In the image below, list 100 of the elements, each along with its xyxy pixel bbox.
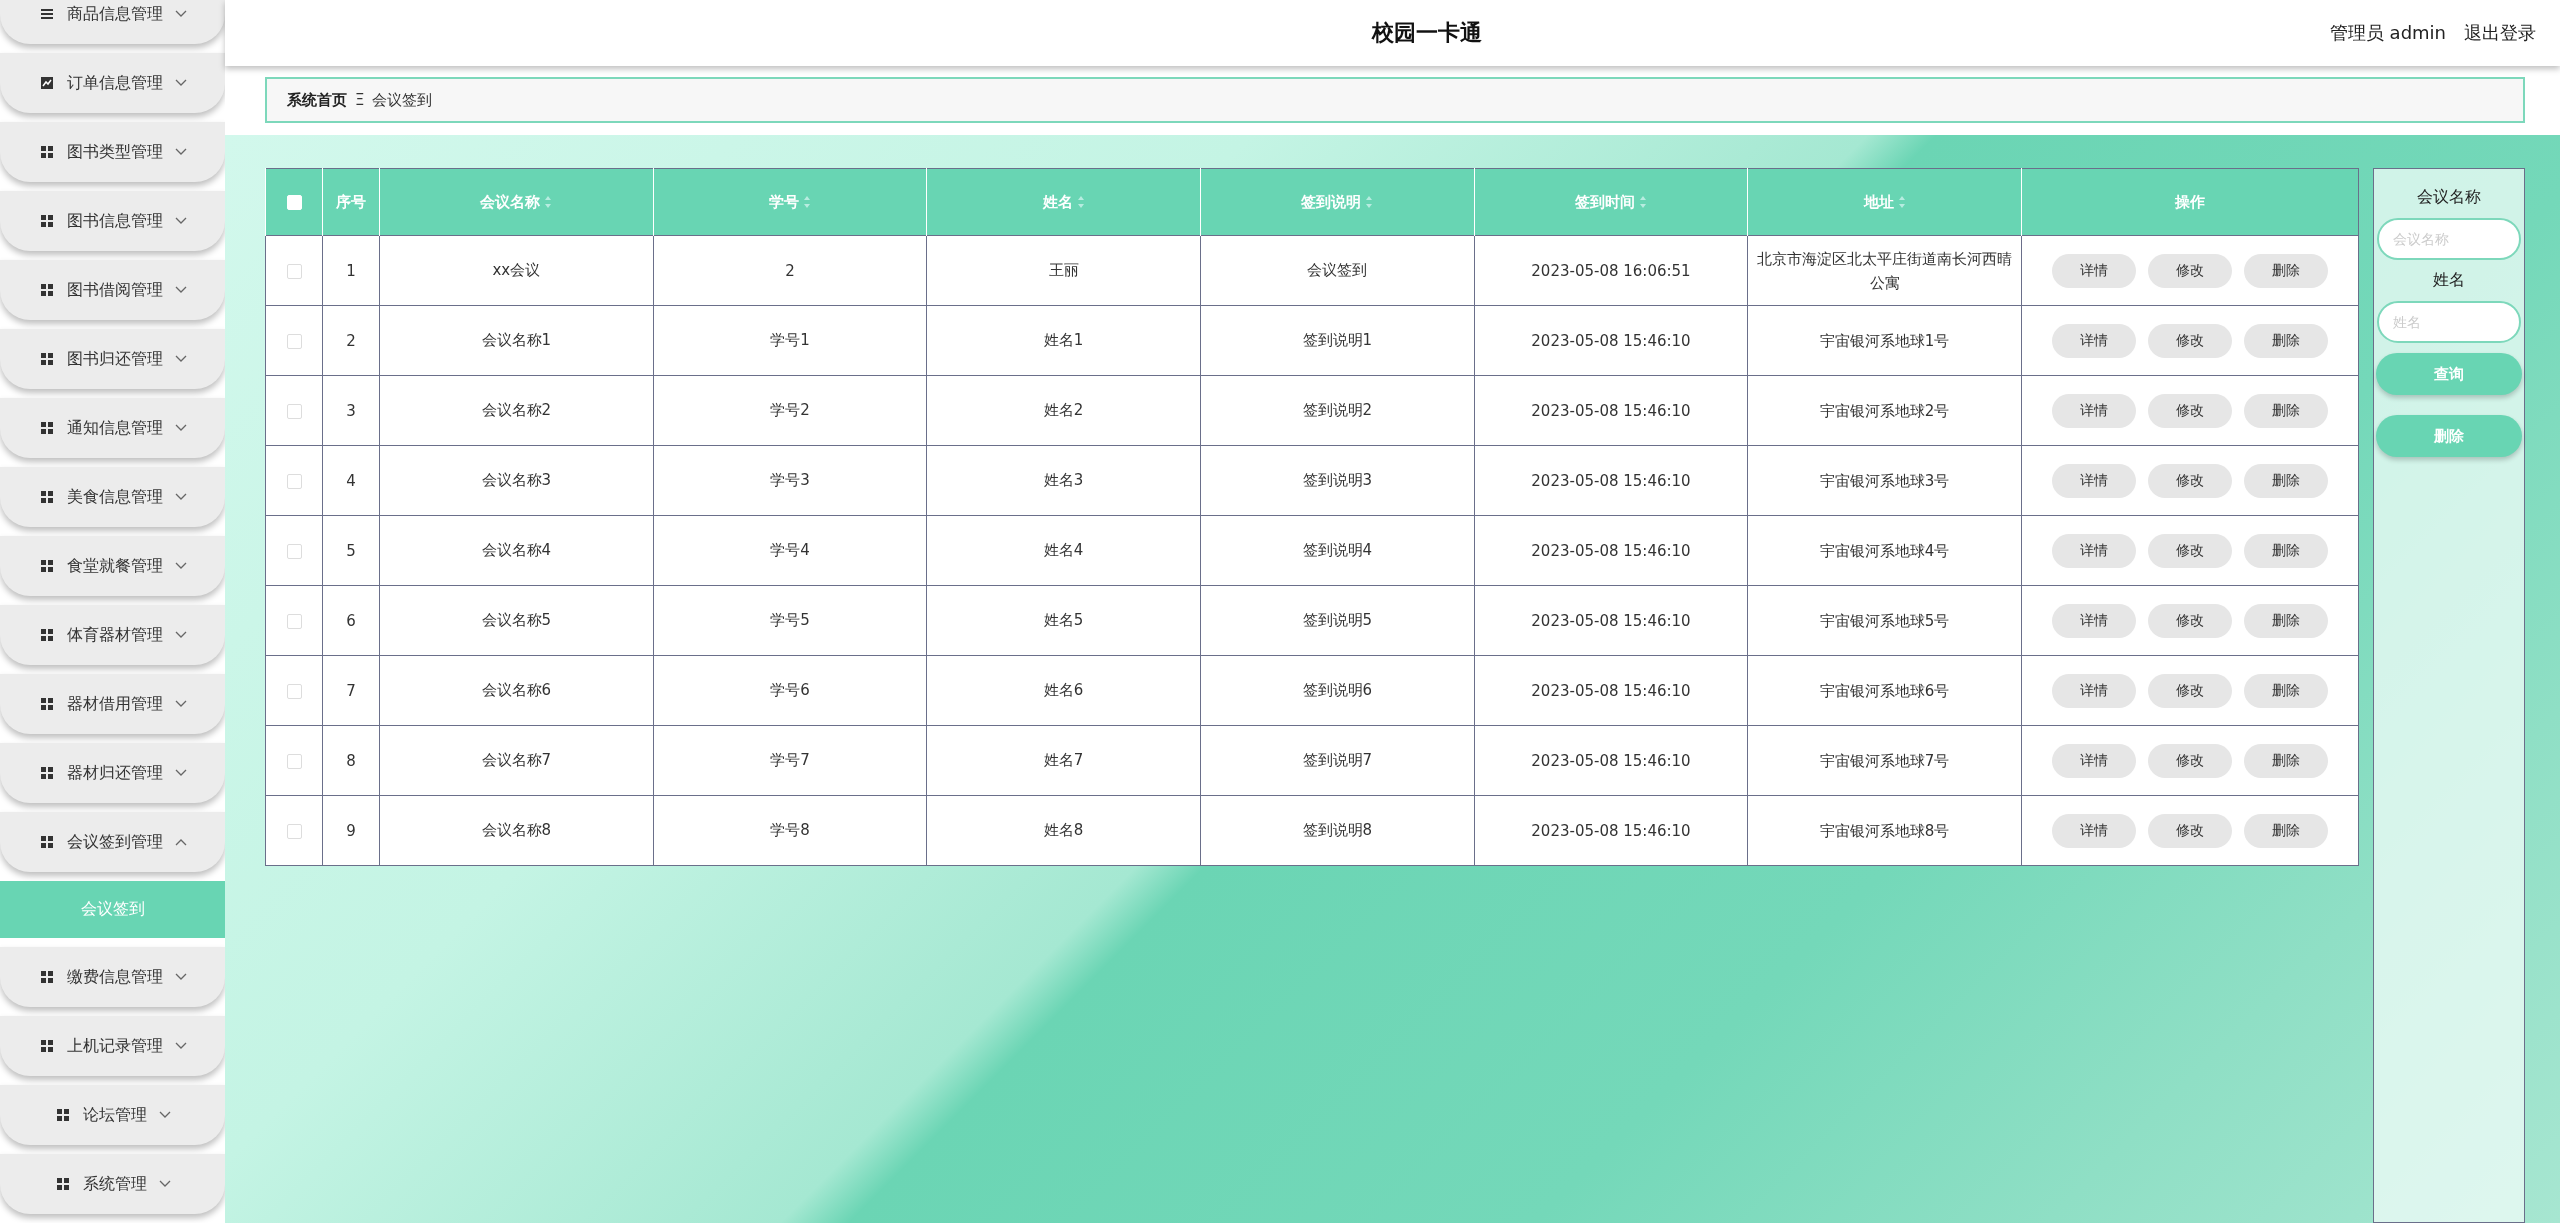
sidebar-item[interactable]: 上机记录管理 (0, 1016, 225, 1076)
table-cell: 2023-05-08 15:46:10 (1474, 585, 1748, 656)
grid-icon (38, 144, 55, 160)
sidebar-item[interactable]: 美食信息管理 (0, 467, 225, 527)
row-checkbox[interactable] (286, 403, 302, 419)
row-action-button[interactable]: 详情 (2052, 393, 2136, 428)
sort-icon[interactable] (1897, 195, 1906, 209)
row-action-button[interactable]: 删除 (2244, 533, 2328, 568)
table-cell: 4 (322, 445, 380, 516)
row-checkbox[interactable] (286, 823, 302, 839)
caret-icon (174, 286, 187, 294)
sidebar-item[interactable]: 图书类型管理 (0, 122, 225, 182)
table-cell: 2023-05-08 16:06:51 (1474, 235, 1748, 306)
caret-icon (174, 631, 187, 639)
row-action-button[interactable]: 详情 (2052, 603, 2136, 638)
breadcrumb-home[interactable]: 系统首页 (287, 90, 347, 110)
row-checkbox[interactable] (286, 263, 302, 279)
row-action-button[interactable]: 修改 (2148, 323, 2232, 358)
row-checkbox[interactable] (286, 473, 302, 489)
breadcrumb-current: 会议签到 (372, 90, 433, 110)
sidebar-item[interactable]: 图书信息管理 (0, 191, 225, 251)
table-cell: 宇宙银河系地球7号 (1747, 725, 2022, 796)
grid-icon (38, 351, 55, 367)
grid-icon (54, 1107, 71, 1123)
table-cell: 会议名称2 (379, 375, 654, 446)
sort-icon[interactable] (1365, 195, 1374, 209)
table-cell: 签到说明3 (1200, 445, 1475, 516)
user-label: 管理员 admin (2329, 21, 2446, 45)
table-cell: 签到说明5 (1200, 585, 1475, 656)
row-action-button[interactable]: 详情 (2052, 253, 2136, 288)
row-action-button[interactable]: 修改 (2148, 533, 2232, 568)
table-cell: 学号2 (653, 375, 927, 446)
sidebar-item[interactable]: 论坛管理 (0, 1085, 225, 1145)
sidebar-item[interactable]: 体育器材管理 (0, 605, 225, 665)
table-cell: 宇宙银河系地球8号 (1747, 795, 2022, 866)
sidebar-item[interactable]: 会议签到管理 (0, 812, 225, 872)
row-action-button[interactable]: 详情 (2052, 673, 2136, 708)
sidebar-item[interactable]: 图书借阅管理 (0, 260, 225, 320)
sidebar-item[interactable]: 图书归还管理 (0, 329, 225, 389)
row-action-button[interactable]: 修改 (2148, 393, 2232, 428)
sort-icon[interactable] (1638, 195, 1647, 209)
row-action-button[interactable]: 修改 (2148, 253, 2232, 288)
row-action-button[interactable]: 删除 (2244, 323, 2328, 358)
row-checkbox[interactable] (286, 613, 302, 629)
row-action-button[interactable]: 详情 (2052, 323, 2136, 358)
table-cell: 2023-05-08 15:46:10 (1474, 725, 1748, 796)
grid-icon (38, 834, 55, 850)
table-cell: 宇宙银河系地球3号 (1747, 445, 2022, 516)
row-action-button[interactable]: 修改 (2148, 673, 2232, 708)
row-action-button[interactable]: 删除 (2244, 813, 2328, 848)
row-action-button[interactable]: 删除 (2244, 463, 2328, 498)
sidebar-item[interactable]: 缴费信息管理 (0, 947, 225, 1007)
table-cell: 2023-05-08 15:46:10 (1474, 515, 1748, 586)
table-cell: 王丽 (926, 235, 1201, 306)
table-cell: 2023-05-08 15:46:10 (1474, 305, 1748, 376)
row-action-button[interactable]: 修改 (2148, 463, 2232, 498)
sort-icon[interactable] (803, 195, 811, 209)
table-cell: 2 (653, 235, 927, 306)
logout-link[interactable]: 退出登录 (2464, 21, 2536, 45)
table-cell: 姓名2 (926, 375, 1201, 446)
row-action-button[interactable]: 修改 (2148, 743, 2232, 778)
sidebar-item[interactable]: 订单信息管理 (0, 53, 225, 113)
table-cell: 签到说明6 (1200, 655, 1475, 726)
grid-icon (38, 558, 55, 574)
table-cell: 5 (322, 515, 380, 586)
select-all-checkbox[interactable] (286, 195, 302, 210)
table-cell: 6 (322, 585, 380, 656)
row-checkbox[interactable] (286, 543, 302, 559)
row-action-button[interactable]: 删除 (2244, 673, 2328, 708)
table-cell: 会议名称5 (379, 585, 654, 656)
row-action-button[interactable]: 修改 (2148, 603, 2232, 638)
row-action-button[interactable]: 删除 (2244, 603, 2328, 638)
table-cell: 会议名称4 (379, 515, 654, 586)
row-action-button[interactable]: 删除 (2244, 253, 2328, 288)
sidebar-item[interactable]: 器材归还管理 (0, 743, 225, 803)
caret-icon (174, 1042, 187, 1050)
table-cell: 姓名6 (926, 655, 1201, 726)
row-checkbox[interactable] (286, 333, 302, 349)
row-checkbox[interactable] (286, 753, 302, 769)
grid-icon (38, 282, 55, 298)
app-title: 校园一卡通 (1370, 19, 1484, 47)
sidebar-item[interactable]: 商品信息管理 (0, 0, 225, 44)
sort-icon[interactable] (544, 195, 553, 209)
row-action-button[interactable]: 详情 (2052, 813, 2136, 848)
sidebar-item[interactable]: 食堂就餐管理 (0, 536, 225, 596)
table-cell: xx会议 (379, 235, 654, 306)
row-action-button[interactable]: 删除 (2244, 393, 2328, 428)
row-action-button[interactable]: 详情 (2052, 533, 2136, 568)
table-cell: 学号4 (653, 515, 927, 586)
row-action-button[interactable]: 修改 (2148, 813, 2232, 848)
sidebar-item[interactable]: 通知信息管理 (0, 398, 225, 458)
row-action-button[interactable]: 详情 (2052, 743, 2136, 778)
sidebar-item[interactable]: 系统管理 (0, 1154, 225, 1214)
table-cell: 1 (322, 235, 380, 306)
row-action-button[interactable]: 删除 (2244, 743, 2328, 778)
sidebar-item[interactable]: 器材借用管理 (0, 674, 225, 734)
row-action-button[interactable]: 详情 (2052, 463, 2136, 498)
grid-icon (38, 420, 55, 436)
sort-icon[interactable] (1076, 195, 1085, 209)
row-checkbox[interactable] (286, 683, 302, 699)
